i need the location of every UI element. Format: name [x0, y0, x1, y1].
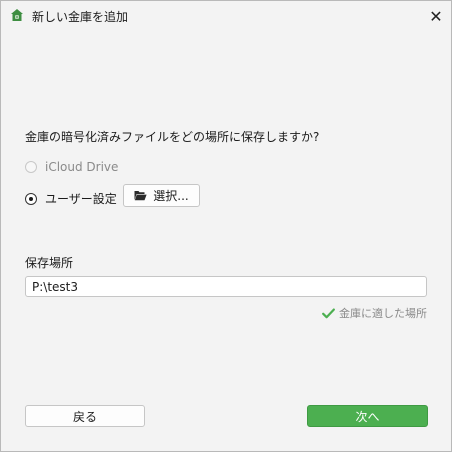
- option-custom-location[interactable]: ユーザー設定: [25, 190, 117, 207]
- radio-custom-location[interactable]: [25, 192, 37, 205]
- dialog-window: 新しい金庫を追加 ✕ 金庫の暗号化済みファイルをどの場所に保存しますか? iCl…: [0, 0, 452, 452]
- radio-icloud-drive[interactable]: [25, 161, 37, 173]
- next-button-label: 次へ: [355, 409, 380, 424]
- back-button[interactable]: 戻る: [25, 405, 145, 427]
- app-logo-icon: [9, 8, 25, 24]
- close-button[interactable]: ✕: [421, 1, 451, 31]
- location-status: 金庫に適した場所: [322, 305, 427, 321]
- option-icloud-drive[interactable]: iCloud Drive: [25, 160, 118, 174]
- checkmark-icon: [322, 308, 335, 318]
- next-button[interactable]: 次へ: [307, 405, 428, 427]
- folder-open-icon: [134, 191, 147, 201]
- option-custom-location-label: ユーザー設定: [45, 192, 117, 206]
- title-bar: 新しい金庫を追加 ✕: [1, 1, 451, 31]
- choose-location-label: 選択...: [153, 189, 189, 203]
- storage-path-input[interactable]: [25, 276, 427, 297]
- close-icon: ✕: [429, 6, 443, 26]
- window-title: 新しい金庫を追加: [32, 10, 129, 24]
- choose-location-button[interactable]: 選択...: [123, 184, 200, 207]
- location-status-text: 金庫に適した場所: [339, 307, 427, 320]
- storage-location-label: 保存場所: [25, 256, 74, 270]
- back-button-label: 戻る: [72, 409, 97, 424]
- storage-question: 金庫の暗号化済みファイルをどの場所に保存しますか?: [25, 130, 320, 144]
- option-icloud-drive-label: iCloud Drive: [45, 160, 119, 174]
